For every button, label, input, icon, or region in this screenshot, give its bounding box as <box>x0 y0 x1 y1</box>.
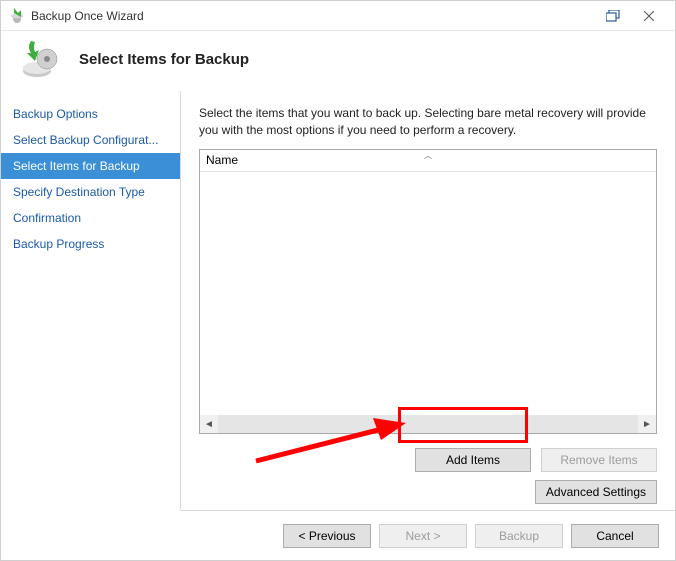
cancel-button[interactable]: Cancel <box>571 524 659 548</box>
step-backup-options[interactable]: Backup Options <box>1 101 180 127</box>
scroll-left-icon[interactable]: ◄ <box>200 415 218 433</box>
step-confirmation[interactable]: Confirmation <box>1 205 180 231</box>
sort-indicator-icon: ︿ <box>424 150 432 161</box>
backup-button: Backup <box>475 524 563 548</box>
close-button[interactable] <box>631 3 667 29</box>
advanced-row: Advanced Settings <box>199 480 657 504</box>
add-items-button[interactable]: Add Items <box>415 448 531 472</box>
page-title: Select Items for Backup <box>79 51 249 68</box>
instruction-text: Select the items that you want to back u… <box>199 105 657 139</box>
list-column-header[interactable]: Name ︿ <box>200 150 656 172</box>
titlebar: Backup Once Wizard <box>1 1 675 31</box>
step-specify-destination[interactable]: Specify Destination Type <box>1 179 180 205</box>
item-buttons-row: Add Items Remove Items <box>199 448 657 472</box>
backup-wizard-window: Backup Once Wizard Select Items for Back… <box>0 0 676 561</box>
backup-icon <box>21 39 61 79</box>
scroll-right-icon[interactable]: ► <box>638 415 656 433</box>
step-backup-progress[interactable]: Backup Progress <box>1 231 180 257</box>
horizontal-scrollbar[interactable]: ◄ ► <box>200 415 656 433</box>
wizard-body: Backup Options Select Backup Configurat.… <box>1 91 675 510</box>
wizard-header: Select Items for Backup <box>1 31 675 91</box>
next-button: Next > <box>379 524 467 548</box>
remove-items-button: Remove Items <box>541 448 657 472</box>
advanced-settings-button[interactable]: Advanced Settings <box>535 480 657 504</box>
window-title: Backup Once Wizard <box>31 9 595 23</box>
wizard-steps-sidebar: Backup Options Select Backup Configurat.… <box>1 91 181 510</box>
main-panel: Select the items that you want to back u… <box>181 91 675 510</box>
list-body-empty <box>200 172 656 415</box>
app-icon <box>9 8 25 24</box>
scroll-track[interactable] <box>218 415 638 433</box>
restore-button[interactable] <box>595 3 631 29</box>
previous-button[interactable]: < Previous <box>283 524 371 548</box>
step-select-backup-config[interactable]: Select Backup Configurat... <box>1 127 180 153</box>
wizard-footer: < Previous Next > Backup Cancel <box>181 510 675 560</box>
items-listbox[interactable]: Name ︿ ◄ ► <box>199 149 657 434</box>
column-name-label: Name <box>206 153 238 167</box>
step-select-items[interactable]: Select Items for Backup <box>1 153 180 179</box>
